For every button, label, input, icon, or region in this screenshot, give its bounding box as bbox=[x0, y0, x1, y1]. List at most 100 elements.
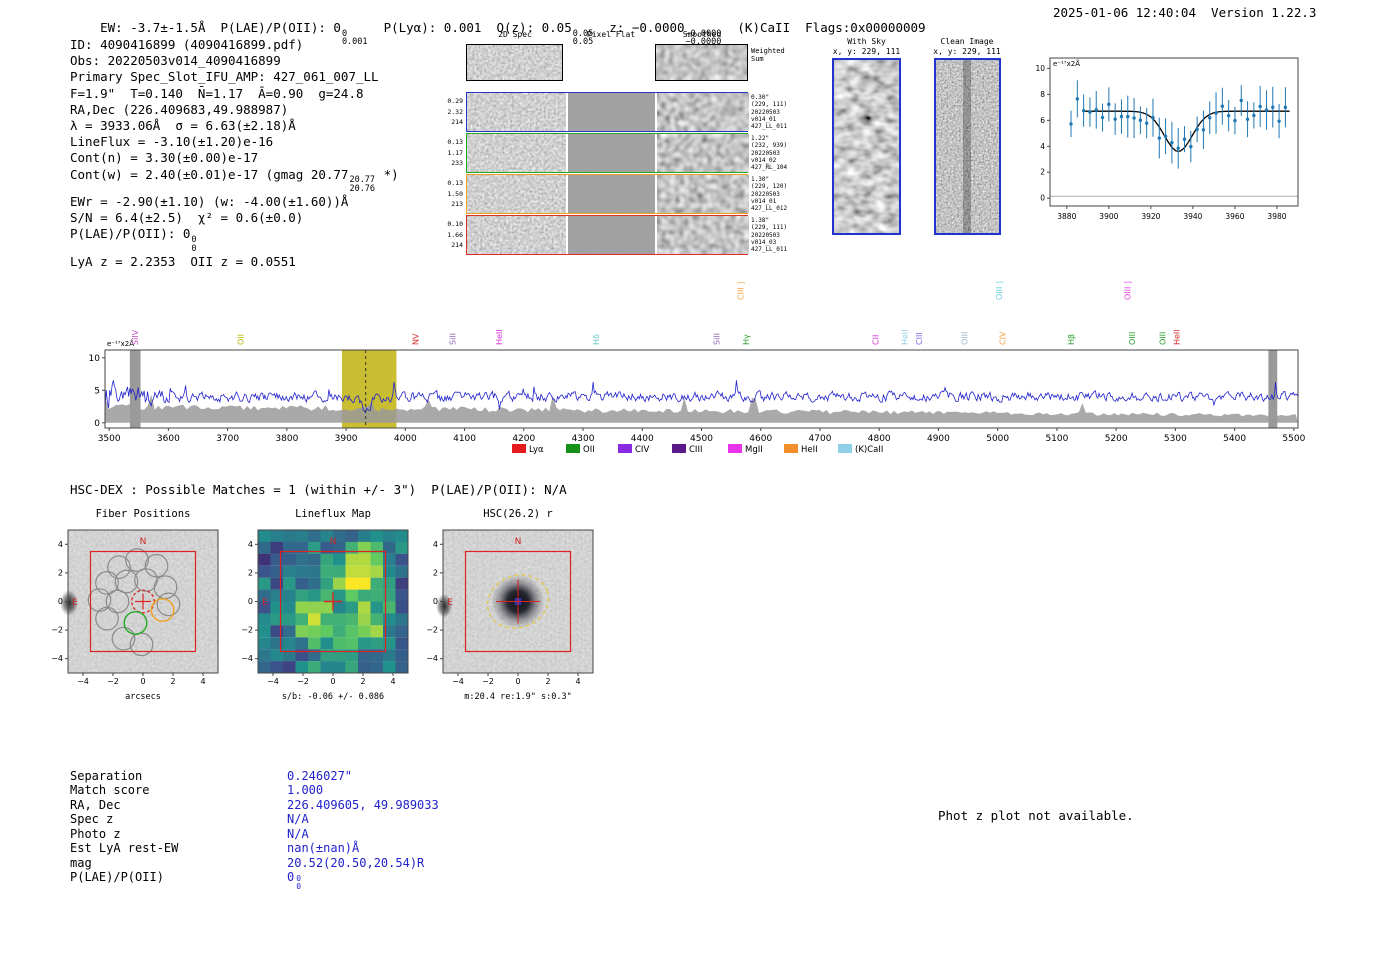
svg-text:CIII: CIII bbox=[689, 445, 702, 455]
clean-title: Clean Image bbox=[940, 37, 994, 46]
match-row-value: nan(±nan)Å bbox=[287, 841, 360, 856]
match-row-value: 1.000 bbox=[287, 783, 324, 798]
svg-text:10: 10 bbox=[89, 354, 101, 364]
emission-line-label: HeII bbox=[901, 329, 910, 345]
smoothed-image bbox=[657, 134, 749, 172]
north-label: N bbox=[515, 537, 522, 547]
svg-text:3900: 3900 bbox=[335, 434, 358, 444]
match-table-row: Match score 1.000 bbox=[70, 783, 439, 797]
spec2d-row bbox=[466, 133, 749, 173]
detection-info-block: ID: 4090416899 (4090416899.pdf) Obs: 202… bbox=[70, 37, 399, 270]
info-cont-n: Cont(n) = 3.30(±0.00)e-17 bbox=[70, 150, 259, 166]
spec2d-row-right-labels: 0.30" (229, 111) 20220503 v014_01 427_LL_011 bbox=[751, 94, 788, 131]
svg-text:2: 2 bbox=[433, 568, 438, 577]
svg-text:−4: −4 bbox=[241, 654, 253, 663]
svg-text:4: 4 bbox=[248, 540, 253, 549]
emission-line-label: SiIV bbox=[131, 329, 140, 345]
emission-line-label: OII bbox=[237, 334, 246, 345]
svg-text:5300: 5300 bbox=[1164, 434, 1187, 444]
cont-w-text: Cont(w) = 2.40(±0.01)e-17 (gmag 20.77 bbox=[70, 166, 349, 182]
match-row-label: mag bbox=[70, 855, 92, 870]
withsky-noise bbox=[834, 60, 899, 233]
withsky-title: With Sky bbox=[847, 37, 886, 46]
weighted-label-line1: Weighted bbox=[751, 47, 785, 55]
info-ra-dec: RA,Dec (226.409683,49.988987) bbox=[70, 101, 289, 117]
emission-line-label: OIII ] bbox=[1123, 281, 1132, 300]
svg-text:2: 2 bbox=[1040, 168, 1045, 177]
svg-text:2: 2 bbox=[170, 677, 175, 686]
match-table-row: Separation 0.246027" bbox=[70, 769, 439, 783]
full-spectrum-plot: 3500 3600 3700 3800 3900 4000 4100 4200 4300 4400… bbox=[89, 281, 1306, 455]
line-fit-zoom-plot: 3880 3900 3920 3940 3960 3980 0 2 4 6 8 10 e⁻¹⁷x2Å bbox=[1036, 57, 1299, 221]
svg-text:HeII: HeII bbox=[801, 445, 818, 455]
spec2d-row-right-labels: 1.38" (229, 111) 20220503 v014_03 427_LL_011 bbox=[751, 217, 788, 254]
match-row-label: Separation bbox=[70, 769, 143, 783]
fiber-positions-cutout: Fiber Positions N E arcsecs −4 −4 −2 −2 0 0 2 2… bbox=[51, 508, 219, 702]
svg-text:−2: −2 bbox=[241, 626, 253, 635]
svg-text:OII: OII bbox=[583, 445, 595, 455]
svg-text:−2: −2 bbox=[107, 677, 119, 686]
weighted-smoothed-image bbox=[655, 44, 748, 81]
spec2d-row bbox=[466, 174, 749, 214]
match-row-value-stack: 00 bbox=[296, 874, 302, 892]
catalog-match-table: Separation 0.246027" Match score 1.000 RA, D… bbox=[70, 769, 439, 891]
svg-text:8: 8 bbox=[1040, 90, 1045, 99]
match-row-label: Est LyA rest-EW bbox=[70, 841, 179, 856]
match-row-value: 226.409605, 49.989033 bbox=[287, 797, 439, 812]
match-table-row: Photo z N/A bbox=[70, 827, 439, 841]
header-flags: (K)CaII Flags:0x00000009 bbox=[722, 20, 926, 35]
elixer-detection-report: EW: -3.7±-1.5Å P(LAE)/P(OII): 0 0 0.001 P(… bbox=[0, 0, 1400, 953]
svg-text:4700: 4700 bbox=[809, 434, 832, 444]
clean-xy: x, y: 229, 111 bbox=[933, 47, 1001, 56]
match-row-value: N/A bbox=[287, 812, 309, 827]
photz-note: Phot z plot not available. bbox=[938, 808, 1134, 823]
svg-text:4300: 4300 bbox=[572, 434, 595, 444]
svg-text:5100: 5100 bbox=[1045, 434, 1068, 444]
spec2d-row-left-labels: 0.13 1.17 233 bbox=[447, 138, 463, 167]
svg-text:−4: −4 bbox=[452, 677, 464, 686]
svg-text:3800: 3800 bbox=[275, 434, 298, 444]
clean-dark-column bbox=[963, 60, 971, 233]
svg-text:2: 2 bbox=[248, 568, 253, 577]
svg-text:5500: 5500 bbox=[1282, 434, 1305, 444]
col-header-2dspec: 2D Spec bbox=[498, 30, 532, 39]
lineflux-map-title: Lineflux Map bbox=[295, 508, 371, 520]
col-header-smoothed: Smoothed bbox=[682, 30, 722, 39]
smoothed-image bbox=[657, 216, 749, 254]
svg-text:3500: 3500 bbox=[98, 434, 121, 444]
smoothed-image bbox=[657, 93, 749, 131]
hsc-r-cutout: HSC(26.2) r N E m:20.4 re:1.9" s:0.3" −4… bbox=[426, 508, 594, 702]
match-row-label: Spec z bbox=[70, 812, 114, 827]
match-row-value: 20.52(20.50,20.54)R bbox=[287, 855, 425, 870]
emission-line-label: OIII bbox=[1158, 332, 1167, 345]
clean-image bbox=[934, 58, 1001, 235]
svg-text:3600: 3600 bbox=[157, 434, 180, 444]
info-primary-spec: Primary Spec_Slot_IFU_AMP: 427_061_007_L… bbox=[70, 69, 379, 85]
spec2d-row bbox=[466, 92, 749, 132]
hsc-title: HSC(26.2) r bbox=[483, 508, 553, 520]
svg-text:Lyα: Lyα bbox=[529, 445, 544, 455]
emission-line-label: CIII ] bbox=[737, 282, 746, 300]
header-ew-plae: EW: -3.7±-1.5Å P(LAE)/P(OII): 0 bbox=[100, 20, 341, 35]
spec2d-row bbox=[466, 215, 749, 255]
emission-line-label: CIII bbox=[915, 332, 924, 345]
svg-text:0: 0 bbox=[433, 597, 438, 606]
info-obs: Obs: 20220503v014_4090416899 bbox=[70, 53, 281, 69]
svg-text:4: 4 bbox=[433, 540, 438, 549]
east-label: E bbox=[447, 598, 453, 608]
match-row-label: Match score bbox=[70, 783, 150, 798]
info-id: ID: 4090416899 (4090416899.pdf) bbox=[70, 37, 304, 52]
emission-line-label: CIV bbox=[998, 331, 1007, 345]
svg-text:4: 4 bbox=[200, 677, 205, 686]
svg-text:4600: 4600 bbox=[749, 434, 772, 444]
svg-text:−4: −4 bbox=[267, 677, 279, 686]
north-label: N bbox=[140, 537, 147, 547]
svg-text:4400: 4400 bbox=[631, 434, 654, 444]
weighted-sum-row bbox=[466, 44, 748, 81]
smoothed-image bbox=[657, 175, 749, 213]
hsc-xlabel: m:20.4 re:1.9" s:0.3" bbox=[464, 692, 571, 702]
emission-line-label: SiII bbox=[712, 333, 721, 345]
svg-text:3920: 3920 bbox=[1141, 212, 1160, 221]
emission-line-label: OIII bbox=[961, 332, 970, 345]
info-plae-poii: P(LAE)/P(OII): 000 bbox=[70, 226, 399, 253]
